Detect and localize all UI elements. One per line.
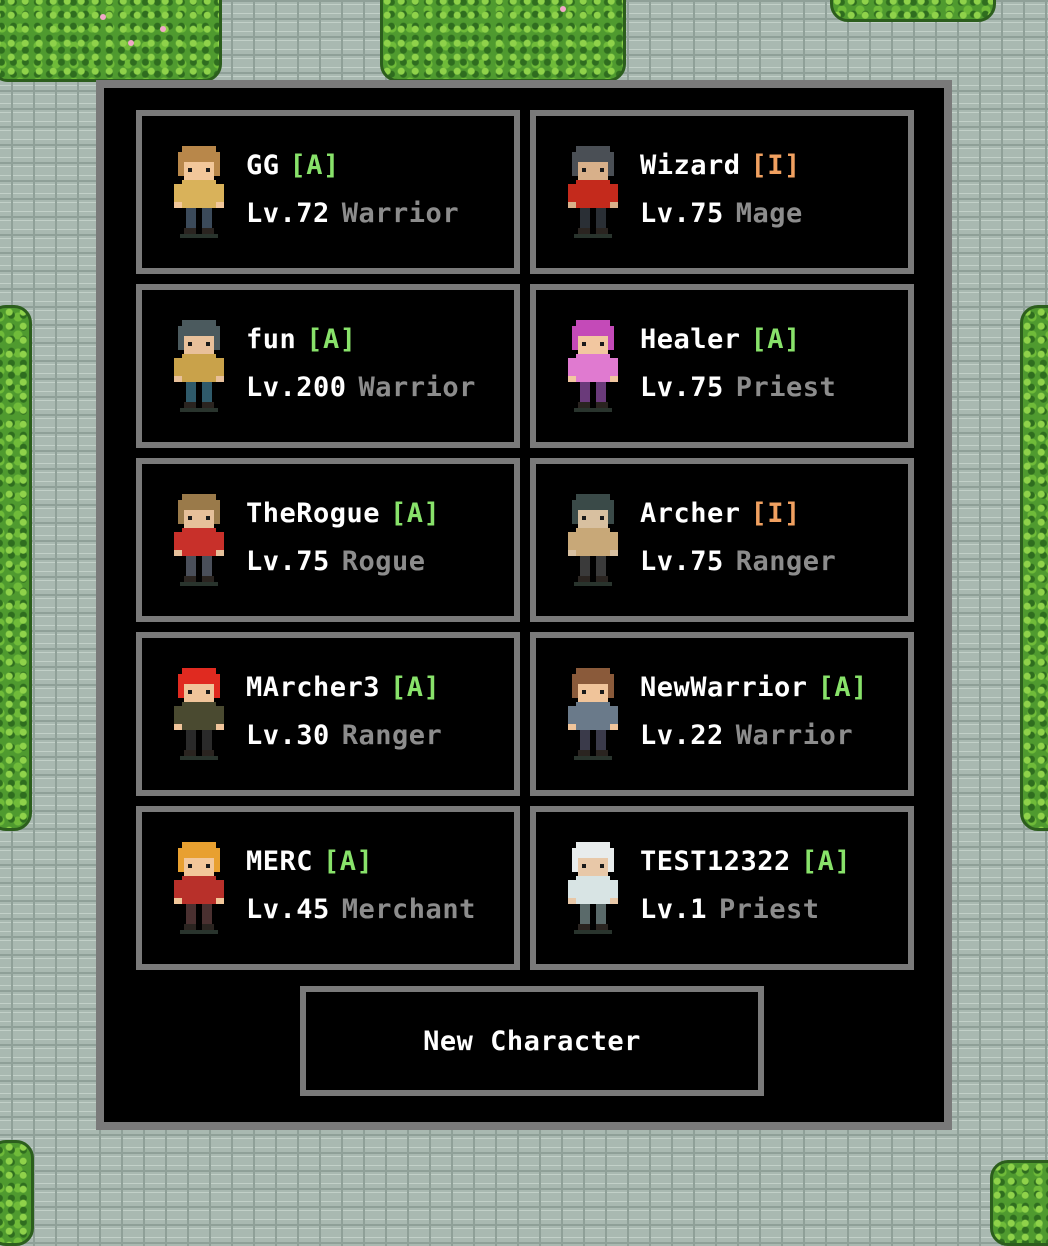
character-class: Mage [735,198,803,229]
character-name-line: GG [A] [246,150,340,181]
character-card[interactable]: fun [A] Lv.200 Warrior [136,284,520,448]
character-class: Warrior [358,372,476,403]
character-level: Lv.72 [246,198,330,229]
character-avatar-icon [168,492,230,588]
character-level-line: Lv.75 Mage [640,198,803,229]
character-status-badge: [A] [750,324,801,355]
hedge-bush-top-right [830,0,996,22]
flower-decoration [560,6,566,12]
character-card[interactable]: MERC [A] Lv.45 Merchant [136,806,520,970]
character-class: Priest [735,372,837,403]
character-class: Warrior [341,198,460,229]
character-avatar-icon [168,318,230,414]
character-class: Warrior [735,720,854,751]
character-name-line: TEST12322 [A] [640,846,851,877]
character-level: Lv.75 [246,546,330,577]
character-grid: GG [A] Lv.72 Warrior Wizard [I] Lv.75 Mage [136,110,914,970]
character-card[interactable]: Archer [I] Lv.75 Ranger [530,458,914,622]
character-level-line: Lv.75 Priest [640,372,836,403]
character-level: Lv.200 [246,372,347,403]
character-select-panel: GG [A] Lv.72 Warrior Wizard [I] Lv.75 Mage [96,80,952,1130]
character-class: Ranger [735,546,837,577]
character-name-line: Wizard [I] [640,150,801,181]
character-status-badge: [A] [390,672,441,703]
character-status-badge: [A] [390,498,441,529]
character-level-line: Lv.72 Warrior [246,198,459,229]
hedge-bush-top-center [380,0,626,82]
flower-decoration [128,40,134,46]
character-avatar-icon [562,144,624,240]
character-level-line: Lv.200 Warrior [246,372,476,403]
character-card[interactable]: Wizard [I] Lv.75 Mage [530,110,914,274]
character-name: MERC [246,846,314,877]
character-class: Rogue [341,546,426,577]
character-status-badge: [I] [750,498,801,529]
character-name: TEST12322 [640,846,791,877]
character-card[interactable]: NewWarrior [A] Lv.22 Warrior [530,632,914,796]
character-card[interactable]: GG [A] Lv.72 Warrior [136,110,520,274]
hedge-bush-bottom-left [0,1140,34,1246]
character-level: Lv.45 [246,894,330,925]
character-card[interactable]: Healer [A] Lv.75 Priest [530,284,914,448]
character-status-badge: [A] [800,846,852,877]
character-avatar-icon [562,318,624,414]
character-card[interactable]: TEST12322 [A] Lv.1 Priest [530,806,914,970]
character-name: TheRogue [246,498,381,529]
character-avatar-icon [168,144,230,240]
character-name: NewWarrior [640,672,808,703]
character-status-badge: [A] [817,672,868,703]
character-status-badge: [A] [306,324,357,355]
character-name: MArcher3 [246,672,381,703]
hedge-bush-bottom-right [990,1160,1048,1246]
character-level: Lv.1 [640,894,708,925]
character-class: Ranger [341,720,443,751]
character-name-line: Healer [A] [640,324,801,355]
character-status-badge: [A] [289,150,340,181]
hedge-bush-left [0,305,32,831]
character-name-line: MERC [A] [246,846,373,877]
character-status-badge: [A] [323,846,374,877]
character-level: Lv.75 [640,372,724,403]
character-class: Merchant [341,894,476,925]
character-name: Healer [640,324,741,355]
character-avatar-icon [562,840,624,936]
character-name-line: MArcher3 [A] [246,672,440,703]
flower-decoration [100,14,106,20]
flower-decoration [160,26,166,32]
character-avatar-icon [562,666,624,762]
character-level: Lv.30 [246,720,330,751]
character-name: Archer [640,498,741,529]
character-name-line: Archer [I] [640,498,801,529]
character-avatar-icon [562,492,624,588]
new-character-button[interactable]: New Character [300,986,764,1096]
character-level: Lv.22 [640,720,724,751]
character-level: Lv.75 [640,546,724,577]
character-card[interactable]: MArcher3 [A] Lv.30 Ranger [136,632,520,796]
character-level-line: Lv.22 Warrior [640,720,853,751]
character-name-line: TheRogue [A] [246,498,440,529]
character-avatar-icon [168,840,230,936]
character-card[interactable]: TheRogue [A] Lv.75 Rogue [136,458,520,622]
character-level-line: Lv.75 Rogue [246,546,426,577]
character-name: Wizard [640,150,741,181]
character-status-badge: [I] [750,150,801,181]
character-level-line: Lv.75 Ranger [640,546,836,577]
character-name: GG [246,150,280,181]
character-level-line: Lv.45 Merchant [246,894,476,925]
character-name-line: NewWarrior [A] [640,672,868,703]
character-name-line: fun [A] [246,324,357,355]
hedge-bush-right [1020,305,1048,831]
character-avatar-icon [168,666,230,762]
character-level: Lv.75 [640,198,724,229]
character-level-line: Lv.1 Priest [640,894,820,925]
character-name: fun [246,324,297,355]
character-class: Priest [719,894,820,925]
character-level-line: Lv.30 Ranger [246,720,442,751]
hedge-bush-top-left [0,0,222,82]
